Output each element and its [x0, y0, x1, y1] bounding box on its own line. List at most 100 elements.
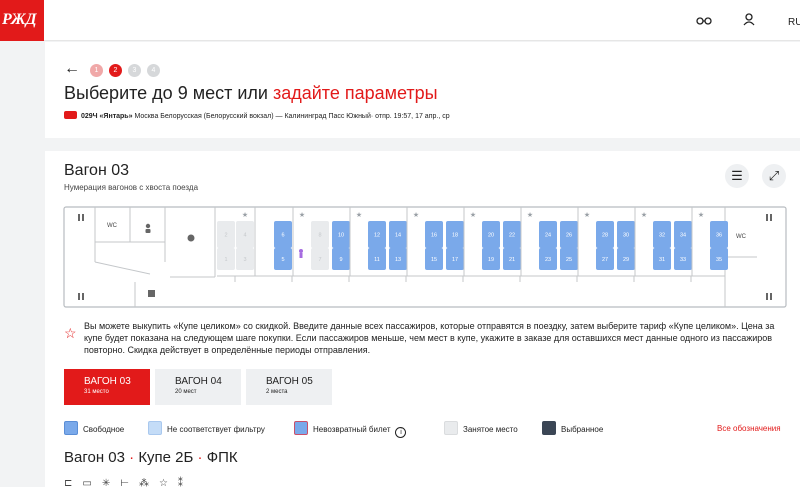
- legend-label: Невозвратный билет: [313, 425, 391, 434]
- separator-dot: ·: [197, 449, 203, 466]
- legend-swatch: [148, 421, 162, 435]
- seat-number: 6: [281, 233, 284, 239]
- legend-label: Выбранное: [561, 425, 604, 434]
- legend-swatch: [294, 421, 308, 435]
- page-title: Выберите до 9 мест или задайте параметры: [64, 83, 438, 104]
- table-marker-icon: ★: [470, 211, 476, 219]
- seat-number: 36: [716, 233, 722, 239]
- gear-icon: [187, 234, 195, 242]
- legend-swatch: [64, 421, 78, 435]
- legend-swatch: [444, 421, 458, 435]
- section-compartment: Купе 2Б: [138, 449, 194, 466]
- seat-number: 14: [395, 233, 401, 239]
- info-icon[interactable]: i: [395, 427, 407, 438]
- train-icon: [64, 111, 77, 119]
- tab-count: 20 мест: [175, 389, 197, 395]
- user-icon[interactable]: [743, 13, 755, 29]
- all-legend-link[interactable]: Все обозначения: [717, 424, 781, 433]
- seat-number: 32: [659, 233, 665, 239]
- seat-number: 26: [566, 233, 572, 239]
- section-title: Вагон 03 · Купе 2Б · ФПК: [64, 449, 238, 466]
- legend-selected: Выбранное: [542, 421, 603, 435]
- route-text: Москва Белорусская (Белорусский вокзал) …: [132, 113, 450, 120]
- tv-icon: ▭: [82, 478, 102, 487]
- step-3: 3: [128, 64, 141, 77]
- section-wagon: Вагон 03: [64, 449, 125, 466]
- seat-number: 22: [509, 233, 515, 239]
- coupe-info-text: Вы можете выкупить «Купе целиком» со ски…: [84, 321, 775, 355]
- seat-number: 9: [339, 257, 342, 263]
- legend-occupied: Занятое место: [444, 421, 518, 435]
- seat-number: 5: [281, 257, 284, 263]
- set-parameters-link[interactable]: задайте параметры: [273, 83, 438, 103]
- wagon-title: Вагон 03: [64, 162, 130, 179]
- bed-icon: ⊏: [64, 478, 83, 487]
- tab-label: ВАГОН 03: [84, 376, 131, 387]
- tab-wagon-05[interactable]: ВАГОН 05 2 места: [246, 369, 332, 405]
- wagon-subtitle: Нумерация вагонов с хвоста поезда: [64, 183, 199, 192]
- table-marker-icon: ★: [356, 211, 362, 219]
- seat-number: 29: [623, 257, 629, 263]
- seat-number: 24: [545, 233, 551, 239]
- legend-label: Свободное: [83, 425, 125, 434]
- seat-number: 1: [224, 257, 227, 263]
- logo-text: РЖД: [2, 11, 37, 28]
- legend-nonrefundable: Невозвратный билет i: [294, 421, 407, 438]
- legend-label: Занятое место: [463, 425, 518, 434]
- seat-number: 34: [680, 233, 686, 239]
- seat-number: 2: [224, 233, 227, 239]
- tab-count: 2 места: [266, 389, 288, 395]
- seat-number: 11: [374, 257, 380, 263]
- seat-number: 13: [395, 257, 401, 263]
- seat-number: 19: [488, 257, 494, 263]
- seat-number: 18: [452, 233, 458, 239]
- table-marker-icon: ★: [242, 211, 248, 219]
- seat-number: 35: [716, 257, 722, 263]
- amenity-icons: ⊏▭✳⊢⁂☆⁑: [64, 478, 193, 487]
- train-number: 029Ч «Янтарь»: [81, 113, 133, 120]
- separator-dot: ·: [129, 449, 135, 466]
- glasses-icon[interactable]: [696, 13, 712, 29]
- coupe-discount-icon: ☆: [64, 325, 77, 341]
- table-marker-icon: ★: [698, 211, 704, 219]
- table-marker-icon: ★: [641, 211, 647, 219]
- stairs-icon: [148, 290, 155, 297]
- list-view-button[interactable]: ☰: [725, 164, 749, 188]
- rzd-logo[interactable]: РЖД: [0, 0, 44, 41]
- wc-label-right: WC: [736, 234, 747, 240]
- seat-number: 16: [431, 233, 437, 239]
- tab-wagon-04[interactable]: ВАГОН 04 20 мест: [155, 369, 241, 405]
- step-4: 4: [147, 64, 160, 77]
- seat-number: 20: [488, 233, 494, 239]
- legend-label: Не соответствует фильтру: [167, 425, 265, 434]
- pets-icon: ⁑: [177, 478, 193, 487]
- star-icon: ☆: [158, 478, 178, 487]
- seat-number: 33: [680, 257, 686, 263]
- tab-count: 31 место: [84, 389, 109, 395]
- seat-number: 12: [374, 233, 380, 239]
- step-1[interactable]: 1: [90, 64, 103, 77]
- seat-number: 31: [659, 257, 665, 263]
- tab-wagon-03[interactable]: ВАГОН 03 31 место: [64, 369, 150, 405]
- legend-free: Свободное: [64, 421, 124, 435]
- tab-label: ВАГОН 04: [175, 376, 222, 387]
- legend-swatch: [542, 421, 556, 435]
- language-switch[interactable]: RU: [788, 17, 800, 28]
- table-marker-icon: ★: [527, 211, 533, 219]
- back-arrow-icon[interactable]: ←: [64, 60, 80, 78]
- train-info: 029Ч «Янтарь» Москва Белорусская (Белору…: [64, 111, 450, 120]
- expand-button[interactable]: ⤢: [762, 164, 786, 188]
- seat-number: 23: [545, 257, 551, 263]
- top-bar: РЖД RU: [0, 0, 800, 41]
- snowflake-icon: ✳: [101, 478, 121, 487]
- seat-number: 4: [243, 233, 246, 239]
- seat-number: 7: [318, 257, 321, 263]
- seat-number: 21: [509, 257, 515, 263]
- table-marker-icon: ★: [299, 211, 305, 219]
- section-carrier: ФПК: [206, 449, 238, 466]
- seat-number: 15: [431, 257, 437, 263]
- step-2[interactable]: 2: [109, 64, 122, 77]
- food-icon: ⁂: [138, 478, 159, 487]
- seat-number: 27: [602, 257, 608, 263]
- seat-number: 30: [623, 233, 629, 239]
